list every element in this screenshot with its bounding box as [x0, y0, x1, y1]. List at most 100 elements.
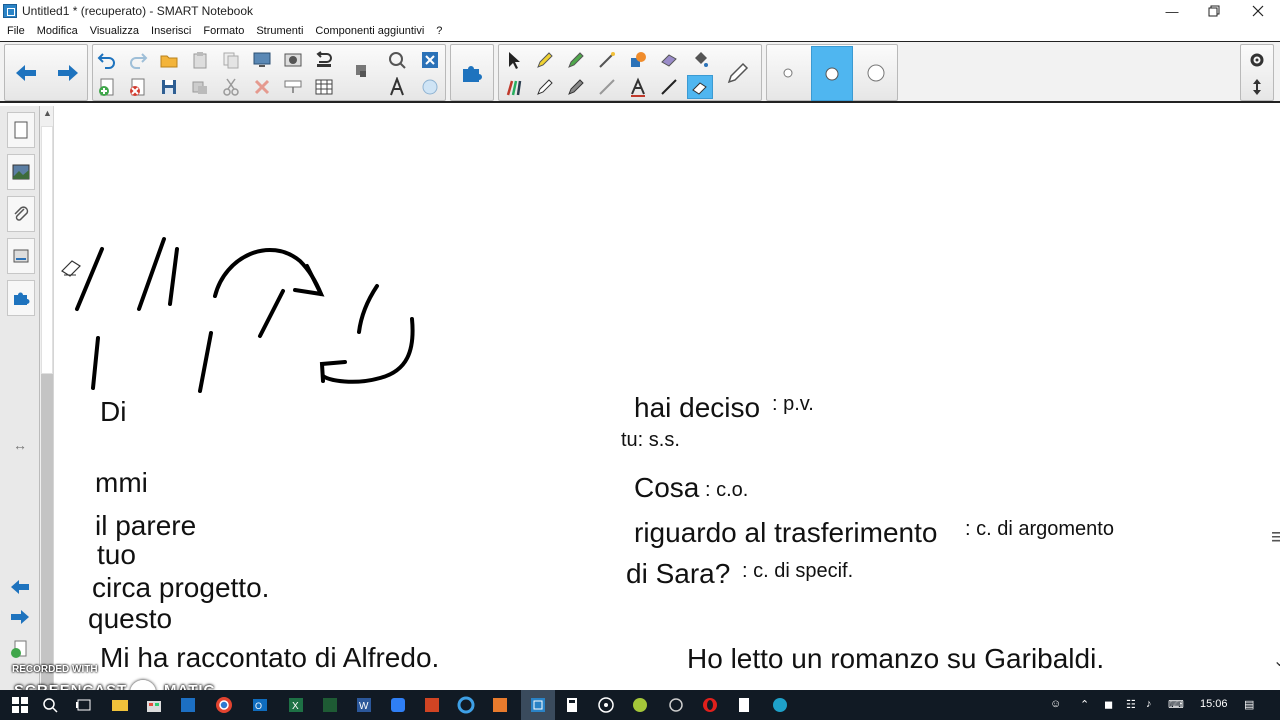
taskbar-android[interactable]: [630, 695, 650, 715]
redo-button[interactable]: [125, 48, 151, 72]
document-camera-button[interactable]: [280, 48, 306, 72]
text-di[interactable]: Di: [100, 396, 126, 428]
duplicate-button[interactable]: [218, 48, 244, 72]
menu-strumenti[interactable]: Strumenti: [256, 25, 303, 37]
taskbar-notepad[interactable]: [734, 695, 754, 715]
save-button[interactable]: [156, 75, 182, 99]
next-page-button[interactable]: [8, 606, 32, 628]
close-button[interactable]: [1236, 0, 1280, 22]
fill-tool[interactable]: [687, 48, 713, 72]
whiteboard-canvas[interactable]: Di mmi il parere tuo circa progetto. que…: [55, 106, 1280, 690]
taskbar-dropbox[interactable]: [388, 695, 408, 715]
label-soggetto-sottinteso[interactable]: tu: s.s.: [621, 429, 680, 452]
taskbar-outlook-2[interactable]: O: [250, 695, 270, 715]
text-di-sara[interactable]: di Sara?: [626, 558, 730, 590]
menu-visualizza[interactable]: Visualizza: [90, 25, 139, 37]
spell-check-button[interactable]: [384, 48, 410, 72]
taskbar-app-orange[interactable]: [490, 695, 510, 715]
label-complemento-specificazione[interactable]: : c. di specif.: [742, 560, 853, 583]
taskbar-outlook[interactable]: [178, 695, 198, 715]
screen-capture-button[interactable]: [249, 48, 275, 72]
eraser-small-button[interactable]: [771, 49, 805, 97]
taskbar-calculator[interactable]: [562, 695, 582, 715]
pen-tool[interactable]: [532, 48, 558, 72]
addons-tab[interactable]: [7, 280, 35, 316]
menu-modifica[interactable]: Modifica: [37, 25, 78, 37]
line-tool[interactable]: [656, 75, 682, 99]
people-icon[interactable]: ☺: [1050, 698, 1061, 710]
creative-pen-tool[interactable]: [563, 48, 589, 72]
shapes-tool[interactable]: [625, 48, 651, 72]
properties-tab[interactable]: [7, 238, 35, 274]
taskbar-word[interactable]: W: [354, 695, 374, 715]
taskbar-excel[interactable]: X: [286, 695, 306, 715]
addon-button[interactable]: [455, 49, 489, 97]
taskbar-opera[interactable]: [700, 695, 720, 715]
open-button[interactable]: [156, 48, 182, 72]
taskbar-store[interactable]: [144, 695, 164, 715]
scroll-up-icon[interactable]: ▲: [43, 108, 52, 118]
clear-page-button[interactable]: [125, 75, 151, 99]
text-mmi[interactable]: mmi: [95, 467, 148, 499]
shape-recognition-tool[interactable]: [656, 48, 682, 72]
toggle-panel-width-button[interactable]: ↔: [8, 434, 32, 456]
taskbar-network[interactable]: [666, 695, 686, 715]
text-circa-progetto[interactable]: circa progetto.: [92, 572, 269, 604]
screen-shade-button[interactable]: [311, 48, 337, 72]
resize-handle-icon[interactable]: ≡: [1271, 524, 1280, 550]
magic-pen-tool[interactable]: [594, 48, 620, 72]
taskbar-powerpoint[interactable]: [320, 695, 340, 715]
clock-time[interactable]: 15:06: [1200, 698, 1228, 710]
add-page-button[interactable]: [94, 75, 120, 99]
task-view-button[interactable]: [74, 695, 94, 715]
eraser-medium-button[interactable]: [811, 46, 853, 101]
scroll-thumb[interactable]: [41, 126, 53, 374]
label-predicato-verbale[interactable]: : p.v.: [772, 393, 814, 416]
network-tray-icon[interactable]: ☷: [1126, 698, 1136, 711]
highlighter-tool[interactable]: [563, 75, 589, 99]
add-page-side-button[interactable]: [8, 638, 32, 660]
paste-button[interactable]: [187, 48, 213, 72]
menu-formato[interactable]: Formato: [203, 25, 244, 37]
keyboard-icon[interactable]: ⌨: [1168, 698, 1184, 711]
pen-properties-tool[interactable]: [721, 49, 755, 97]
page-scroll-chevron-icon[interactable]: ⌄: [1273, 651, 1280, 671]
move-toolbar-button[interactable]: [1244, 75, 1270, 99]
menu-inserisci[interactable]: Inserisci: [151, 25, 191, 37]
restore-button[interactable]: [1192, 0, 1236, 22]
text-font-button[interactable]: [384, 75, 410, 99]
menu-file[interactable]: File: [7, 25, 25, 37]
notification-icon[interactable]: ▤: [1244, 698, 1254, 711]
taskbar-smart-notebook[interactable]: [528, 695, 548, 715]
label-complemento-oggetto[interactable]: : c.o.: [705, 479, 748, 502]
taskbar-web[interactable]: [770, 695, 790, 715]
text-sentence-garibaldi[interactable]: Ho letto un romanzo su Garibaldi.: [687, 643, 1104, 675]
brush-tool[interactable]: [594, 75, 620, 99]
move-button[interactable]: [187, 75, 213, 99]
table-button[interactable]: [311, 75, 337, 99]
attachments-tab[interactable]: [7, 196, 35, 232]
volume-icon[interactable]: ♪: [1146, 698, 1152, 710]
screen-display-button[interactable]: [280, 75, 306, 99]
text-questo[interactable]: questo: [88, 603, 172, 635]
globe-button[interactable]: [417, 75, 443, 99]
back-button[interactable]: [9, 49, 43, 97]
text-hai-deciso[interactable]: hai deciso: [634, 392, 760, 424]
cut-button[interactable]: [218, 75, 244, 99]
minimize-button[interactable]: —: [1150, 0, 1194, 22]
text-tool[interactable]: [625, 75, 651, 99]
delete-box-button[interactable]: [417, 48, 443, 72]
text-riguardo-trasferimento[interactable]: riguardo al trasferimento: [634, 517, 937, 549]
label-complemento-argomento[interactable]: : c. di argomento: [965, 518, 1114, 541]
taskbar-edge[interactable]: [456, 695, 476, 715]
forward-button[interactable]: [51, 49, 85, 97]
text-tuo[interactable]: tuo: [97, 539, 136, 571]
power-icon[interactable]: ◼: [1104, 698, 1113, 711]
x-delete-button[interactable]: [249, 75, 275, 99]
gallery-tab[interactable]: [7, 154, 35, 190]
menu-help[interactable]: ?: [436, 25, 442, 37]
page-sorter-tab[interactable]: [7, 112, 35, 148]
taskbar-ppt[interactable]: [422, 695, 442, 715]
taskbar-media[interactable]: [596, 695, 616, 715]
select-tool[interactable]: [501, 48, 527, 72]
